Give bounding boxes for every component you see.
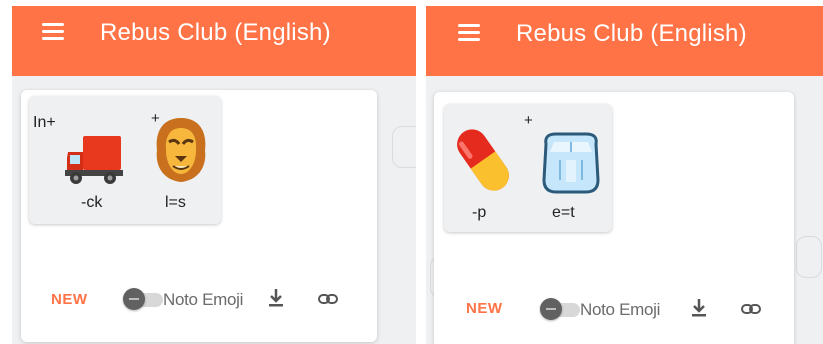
app-title: Rebus Club (English) bbox=[100, 19, 331, 46]
puzzle-hint-2: l=s bbox=[165, 194, 186, 211]
rebus-card: In+ + -ck l=s NEW Noto Emoji bbox=[21, 90, 377, 342]
noto-emoji-label: Noto Emoji bbox=[163, 290, 244, 309]
rebus-puzzle[interactable]: In+ + -ck l=s bbox=[29, 96, 221, 224]
link-icon[interactable] bbox=[740, 298, 762, 320]
download-icon[interactable] bbox=[265, 286, 287, 308]
rebus-puzzle[interactable]: + -p e=t bbox=[444, 104, 612, 232]
menu-icon[interactable] bbox=[42, 23, 64, 41]
puzzle-hint-1: -ck bbox=[81, 194, 103, 211]
app-bar: Rebus Club (English) bbox=[12, 6, 416, 76]
puzzle-hint-1: -p bbox=[472, 204, 487, 221]
app-title: Rebus Club (English) bbox=[516, 20, 747, 47]
lion-face-emoji-icon bbox=[156, 118, 206, 182]
app-bar: Rebus Club (English) bbox=[426, 6, 823, 76]
truck-emoji-icon bbox=[65, 136, 123, 184]
menu-icon[interactable] bbox=[458, 24, 480, 42]
new-button[interactable]: NEW bbox=[466, 300, 503, 317]
noto-emoji-label: Noto Emoji bbox=[580, 300, 661, 319]
app-screen-right: Rebus Club (English) + -p e=t NEW Noto E… bbox=[426, 6, 823, 344]
link-icon[interactable] bbox=[317, 288, 339, 310]
noto-emoji-toggle[interactable] bbox=[123, 288, 163, 310]
app-screen-left: Rebus Club (English) In+ + -ck l=s NEW N… bbox=[12, 6, 416, 344]
puzzle-plus: + bbox=[524, 112, 533, 129]
noto-emoji-toggle[interactable] bbox=[540, 298, 580, 320]
rebus-card: + -p e=t NEW Noto Emoji bbox=[434, 92, 794, 344]
ice-cube-emoji-icon bbox=[542, 132, 600, 194]
download-icon[interactable] bbox=[688, 296, 710, 318]
background-doodle bbox=[392, 126, 416, 168]
puzzle-hint-2: e=t bbox=[552, 204, 575, 221]
background-doodle bbox=[796, 236, 822, 278]
puzzle-prefix: In+ bbox=[33, 114, 56, 131]
pill-emoji-icon bbox=[457, 129, 509, 191]
new-button[interactable]: NEW bbox=[51, 291, 88, 308]
